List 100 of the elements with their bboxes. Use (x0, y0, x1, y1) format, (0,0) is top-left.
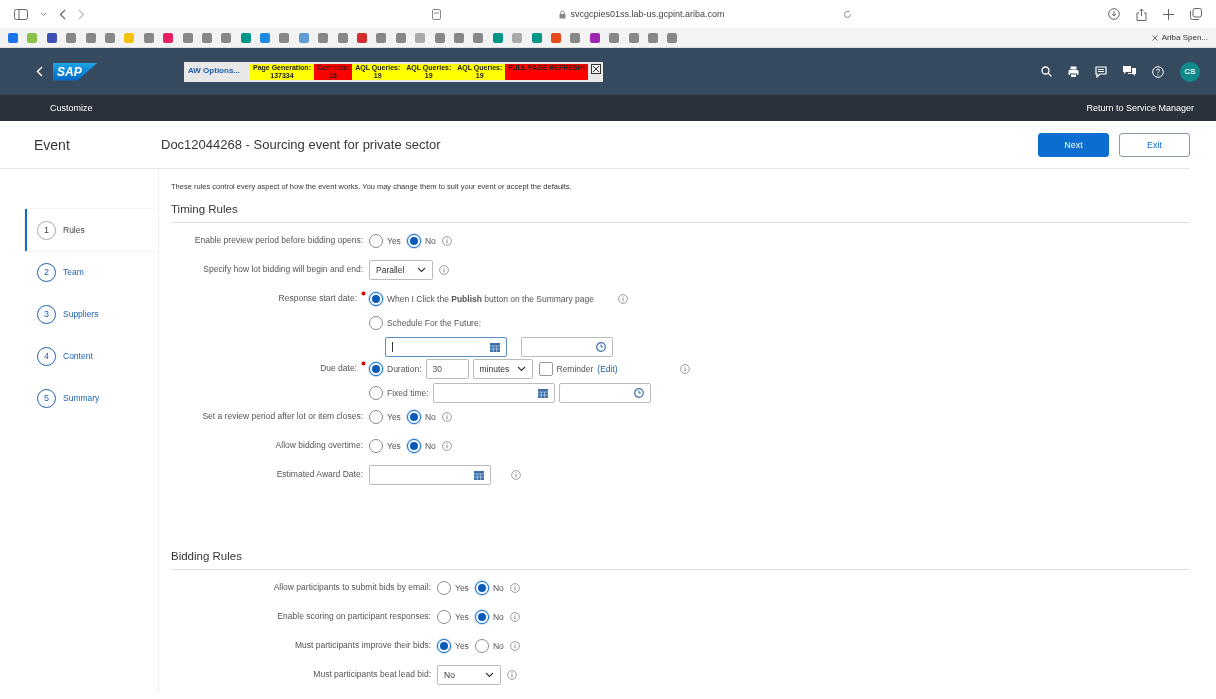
bookmark-icon[interactable] (240, 32, 251, 43)
bookmark-icon[interactable] (66, 32, 77, 43)
unit-dropdown[interactable]: minutes (472, 359, 533, 379)
bookmark-icon[interactable] (298, 32, 309, 43)
bookmark-icon[interactable] (221, 32, 232, 43)
info-icon[interactable] (441, 412, 452, 422)
bookmark-icon[interactable] (589, 32, 600, 43)
date-field[interactable] (385, 337, 507, 357)
radio-button[interactable] (369, 410, 383, 424)
bookmark-icon[interactable] (46, 32, 57, 43)
radio-button[interactable] (369, 234, 383, 248)
step-item[interactable]: 5 Summary (25, 377, 158, 419)
radio-button[interactable] (369, 316, 383, 330)
radio-button[interactable] (437, 639, 451, 653)
radio-button[interactable] (406, 234, 421, 248)
return-link[interactable]: Return to Service Manager (1086, 103, 1194, 113)
next-button[interactable]: Next (1038, 132, 1109, 157)
time-field[interactable] (558, 383, 651, 403)
bookmark-icon[interactable] (628, 32, 639, 43)
search-icon[interactable] (1041, 66, 1052, 77)
step-item[interactable]: 1 Rules (25, 209, 158, 251)
date-field[interactable] (432, 383, 555, 403)
reminder-checkbox[interactable] (538, 362, 553, 376)
bookmark-icon[interactable] (163, 32, 174, 43)
bookmark-icon[interactable] (201, 32, 212, 43)
duration-field[interactable]: 30 (425, 359, 469, 379)
bookmark-icon[interactable] (550, 32, 561, 43)
info-icon[interactable] (507, 670, 517, 680)
bookmark-icon[interactable] (337, 32, 348, 43)
plus-icon[interactable] (1163, 8, 1174, 20)
printer-icon[interactable] (1068, 65, 1079, 78)
info-icon[interactable] (509, 612, 520, 622)
radio-button[interactable] (437, 581, 451, 595)
edit-link[interactable]: (Edit) (597, 364, 618, 374)
bookmark-icon[interactable] (473, 32, 484, 43)
tabs-icon[interactable] (1190, 8, 1202, 20)
bookmark-icon[interactable] (376, 32, 387, 43)
sidebar-icon[interactable] (14, 8, 28, 20)
clock-icon[interactable] (633, 388, 644, 398)
back-icon[interactable] (59, 8, 66, 20)
bookmark-icon[interactable] (570, 32, 581, 43)
step-item[interactable]: 2 Team (25, 251, 158, 293)
dropdown[interactable]: Parallel (369, 260, 433, 280)
time-field[interactable] (521, 337, 613, 357)
bookmark-icon[interactable] (434, 32, 445, 43)
bookmark-icon[interactable] (8, 32, 18, 43)
bookmark-icon[interactable] (492, 32, 503, 43)
bookmark-icon[interactable] (667, 32, 678, 43)
address-bar[interactable]: svcgcpies01ss.lab-us.gcpint.ariba.com (432, 5, 852, 23)
bookmark-icon[interactable] (104, 32, 115, 43)
sap-logo[interactable]: SAP (53, 62, 98, 81)
radio-button[interactable] (406, 439, 421, 453)
info-icon[interactable] (509, 641, 520, 651)
bookmark-icon[interactable] (357, 32, 368, 43)
aw-options-link[interactable]: AW Options... (186, 64, 250, 80)
conversation-icon[interactable] (1123, 66, 1136, 77)
info-icon[interactable] (441, 441, 452, 451)
bookmark-icon[interactable] (182, 32, 193, 43)
calendar-icon[interactable] (490, 342, 500, 352)
bookmark-icon[interactable] (143, 32, 154, 43)
radio-button[interactable] (406, 410, 421, 424)
info-icon[interactable] (617, 294, 628, 304)
forward-icon[interactable] (78, 8, 85, 20)
chat-icon[interactable] (1095, 65, 1107, 78)
reload-icon[interactable] (843, 9, 852, 19)
bookmark-icon[interactable] (279, 32, 290, 43)
help-icon[interactable] (1152, 65, 1164, 78)
download-icon[interactable] (1108, 8, 1120, 20)
radio-button[interactable] (437, 610, 451, 624)
radio-button[interactable] (474, 610, 489, 624)
info-icon[interactable] (679, 364, 690, 374)
bookmark-icon[interactable] (531, 32, 542, 43)
customize-link[interactable]: Customize (50, 103, 93, 113)
bookmark-icon[interactable] (395, 32, 406, 43)
calendar-icon[interactable] (474, 470, 484, 480)
radio-button[interactable] (369, 292, 383, 306)
info-icon[interactable] (441, 236, 452, 246)
bookmark-icon[interactable] (260, 32, 271, 43)
date-field[interactable] (369, 465, 491, 485)
radio-button[interactable] (474, 581, 489, 595)
share-icon[interactable] (1136, 7, 1147, 21)
radio-button[interactable] (369, 439, 383, 453)
radio-button[interactable] (474, 639, 489, 653)
bookmark-icon[interactable] (85, 32, 96, 43)
exit-button[interactable]: Exit (1119, 132, 1190, 157)
calendar-icon[interactable] (537, 388, 548, 398)
user-avatar[interactable]: CS (1180, 61, 1200, 82)
radio-button[interactable] (369, 362, 383, 376)
info-icon[interactable] (511, 470, 521, 480)
bookmark-icon[interactable] (454, 32, 464, 43)
browser-tab[interactable]: Ariba Spen... (1151, 33, 1208, 42)
radio-button[interactable] (369, 386, 383, 400)
dropdown[interactable]: No (437, 665, 501, 685)
step-item[interactable]: 3 Suppliers (25, 293, 158, 335)
step-item[interactable]: 4 Content (25, 335, 158, 377)
info-icon[interactable] (509, 583, 520, 593)
bookmark-icon[interactable] (609, 32, 620, 43)
close-icon[interactable] (591, 64, 601, 74)
chevron-down-icon[interactable] (40, 11, 47, 17)
close-icon[interactable] (1151, 34, 1158, 41)
